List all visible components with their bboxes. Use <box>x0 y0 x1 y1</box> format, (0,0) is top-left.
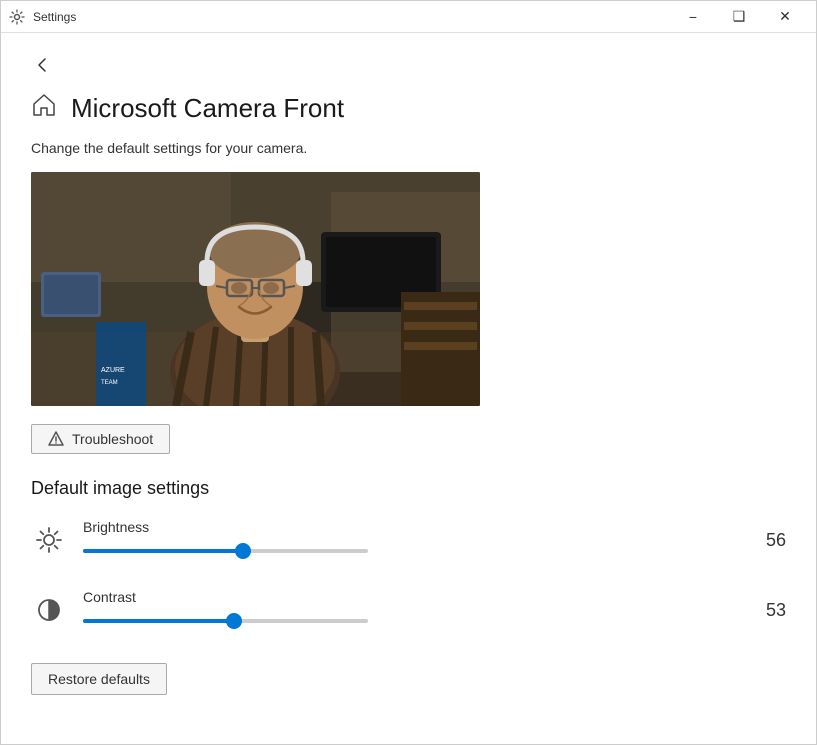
brightness-icon-container <box>31 522 67 558</box>
contrast-label: Contrast <box>83 589 730 605</box>
contrast-value: 53 <box>746 600 786 621</box>
titlebar: Settings − ❑ ✕ <box>1 1 816 33</box>
back-icon <box>35 57 51 73</box>
contrast-icon-container <box>31 592 67 628</box>
restore-defaults-button[interactable]: Restore defaults <box>31 663 167 695</box>
contrast-icon <box>35 596 63 624</box>
minimize-button[interactable]: − <box>670 1 716 33</box>
page-title: Microsoft Camera Front <box>71 93 344 124</box>
contrast-thumb[interactable] <box>226 613 242 629</box>
brightness-row: Brightness 56 <box>31 519 786 561</box>
brightness-value: 56 <box>746 530 786 551</box>
settings-icon <box>9 9 25 25</box>
titlebar-controls: − ❑ ✕ <box>670 1 808 33</box>
camera-preview: AZURE TEAM <box>31 172 480 406</box>
restore-label: Restore defaults <box>48 671 150 687</box>
home-svg <box>31 92 57 118</box>
maximize-button[interactable]: ❑ <box>716 1 762 33</box>
brightness-label: Brightness <box>83 519 730 535</box>
brightness-slider-container: Brightness <box>83 519 730 561</box>
contrast-slider-track <box>83 611 368 631</box>
camera-preview-inner: AZURE TEAM <box>31 172 480 406</box>
sun-icon <box>35 526 63 554</box>
brightness-thumb[interactable] <box>235 543 251 559</box>
titlebar-title: Settings <box>33 10 670 24</box>
home-icon <box>31 92 57 124</box>
svg-text:TEAM: TEAM <box>101 380 118 386</box>
brightness-slider-track <box>83 541 368 561</box>
content-area: Microsoft Camera Front Change the defaul… <box>1 33 816 744</box>
contrast-track-filled <box>83 619 234 623</box>
troubleshoot-label: Troubleshoot <box>72 431 153 447</box>
brightness-track-filled <box>83 549 243 553</box>
svg-text:AZURE: AZURE <box>101 367 125 374</box>
section-title: Default image settings <box>31 478 786 499</box>
warning-icon <box>48 431 64 447</box>
settings-window: Settings − ❑ ✕ Microsoft Camera Front <box>0 0 817 745</box>
page-header: Microsoft Camera Front <box>31 92 786 124</box>
troubleshoot-button[interactable]: Troubleshoot <box>31 424 170 454</box>
back-button[interactable] <box>31 53 55 82</box>
close-button[interactable]: ✕ <box>762 1 808 33</box>
contrast-row: Contrast 53 <box>31 589 786 631</box>
camera-image: AZURE TEAM <box>31 172 480 406</box>
subtitle: Change the default settings for your cam… <box>31 140 786 156</box>
contrast-slider-container: Contrast <box>83 589 730 631</box>
